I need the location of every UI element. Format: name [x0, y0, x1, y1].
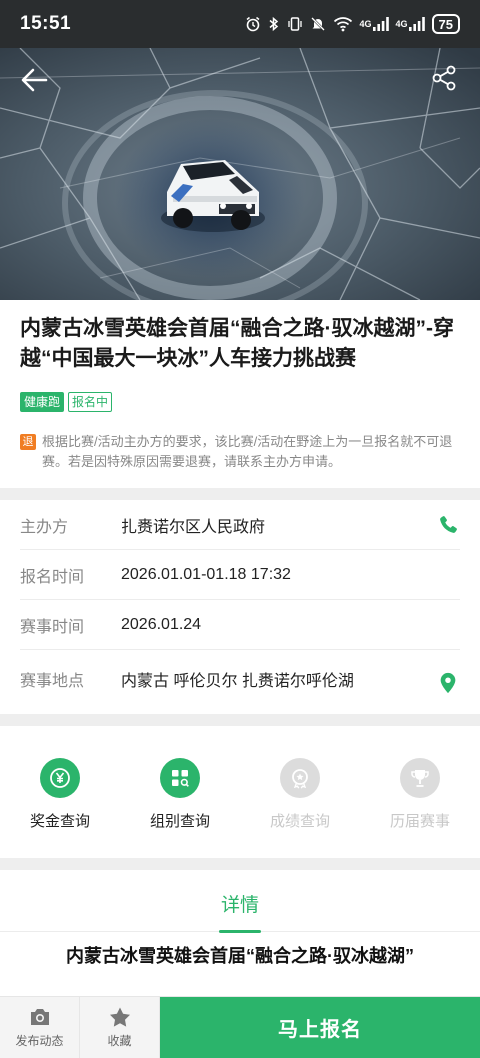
- status-icons: 4G 4G 75: [245, 14, 460, 34]
- trophy-icon: [400, 758, 440, 798]
- battery-level: 75: [438, 16, 453, 32]
- action-label: 成绩查询: [269, 813, 330, 830]
- refund-notice: 退 根据比赛/活动主办方的要求，该比赛/活动在野途上为一旦报名就不可退赛。若是因…: [20, 432, 460, 472]
- info-label: 报名时间: [20, 568, 85, 586]
- post-update-button[interactable]: 发布动态: [0, 997, 80, 1058]
- car-on-ice-photo: [0, 48, 480, 300]
- signal-icon: 4G: [360, 17, 389, 31]
- signal-icon: 4G: [396, 17, 425, 31]
- refund-badge: 退: [20, 434, 36, 450]
- hero-image: [0, 48, 480, 300]
- network-type-label: 4G: [395, 19, 408, 29]
- status-bar: 15:51 4G 4G 75: [0, 0, 480, 48]
- info-label: 赛事时间: [20, 618, 85, 636]
- action-label: 奖金查询: [29, 813, 90, 830]
- yuan-coin-icon: [40, 758, 80, 798]
- action-label: 组别查询: [149, 813, 210, 830]
- alarm-icon: [245, 16, 261, 32]
- quick-actions: 奖金查询 组别查询 成绩查询 历届赛事: [0, 740, 480, 856]
- signup-button[interactable]: 马上报名: [160, 997, 480, 1058]
- favorite-label: 收藏: [107, 1034, 132, 1048]
- info-row-registration-time: 报名时间 2026.01.01-01.18 17:32: [20, 550, 460, 600]
- wifi-icon: [333, 16, 353, 32]
- bluetooth-icon: [268, 16, 280, 32]
- results-query-button[interactable]: 成绩查询: [240, 740, 360, 856]
- tag-status: 报名中: [68, 392, 113, 412]
- back-button[interactable]: [16, 62, 52, 98]
- section-divider: [0, 858, 480, 870]
- info-label: 赛事地点: [20, 673, 85, 690]
- mute-icon: [310, 16, 326, 32]
- post-update-label: 发布动态: [15, 1034, 64, 1048]
- action-label: 历届赛事: [389, 813, 450, 830]
- info-row-event-time: 赛事时间 2026.01.24: [20, 600, 460, 650]
- event-title: 内蒙古冰雪英雄会首届“融合之路·驭冰越湖”-穿越“中国最大一块冰”人车接力挑战赛: [20, 317, 454, 370]
- event-tags: 健康跑 报名中: [20, 392, 460, 412]
- bottom-action-bar: 发布动态 收藏 马上报名: [0, 996, 480, 1058]
- phone-icon[interactable]: [436, 513, 460, 537]
- share-icon: [432, 65, 456, 91]
- section-divider: [0, 488, 480, 500]
- section-divider: [0, 714, 480, 726]
- info-label: 主办方: [20, 518, 69, 536]
- battery-icon: 75: [431, 14, 460, 34]
- vibrate-icon: [287, 16, 303, 32]
- tag-category: 健康跑: [20, 392, 65, 412]
- info-value: 2026.01.24: [121, 615, 202, 633]
- event-summary: 内蒙古冰雪英雄会首届“融合之路·驭冰越湖”-穿越“中国最大一块冰”人车接力挑战赛…: [0, 300, 480, 472]
- group-query-button[interactable]: 组别查询: [120, 740, 240, 856]
- network-type-label: 4G: [359, 19, 372, 29]
- prize-query-button[interactable]: 奖金查询: [0, 740, 120, 856]
- past-events-button[interactable]: 历届赛事: [360, 740, 480, 856]
- group-grid-icon: [160, 758, 200, 798]
- back-arrow-icon: [21, 68, 48, 92]
- status-time: 15:51: [20, 13, 72, 34]
- camera-icon: [30, 1009, 49, 1025]
- event-info-list: 主办方 扎赉诺尔区人民政府 报名时间 2026.01.01-01.18 17:3…: [0, 500, 480, 708]
- tab-details[interactable]: 详情: [218, 876, 262, 933]
- location-pin-icon[interactable]: [436, 671, 460, 695]
- share-button[interactable]: [428, 62, 460, 94]
- refund-text: 根据比赛/活动主办方的要求，该比赛/活动在野途上为一旦报名就不可退赛。若是因特殊…: [42, 434, 453, 469]
- detail-heading: 内蒙古冰雪英雄会首届“融合之路·驭冰越湖”: [66, 946, 414, 966]
- info-value: 内蒙古 呼伦贝尔 扎赉诺尔呼伦湖: [121, 673, 354, 690]
- info-row-organizer: 主办方 扎赉诺尔区人民政府: [20, 500, 460, 550]
- star-icon: [109, 1007, 130, 1027]
- info-value: 2026.01.01-01.18 17:32: [121, 565, 291, 583]
- medal-icon: [280, 758, 320, 798]
- detail-tab-bar: 详情: [0, 876, 480, 933]
- info-value: 扎赉诺尔区人民政府: [121, 518, 266, 536]
- favorite-button[interactable]: 收藏: [80, 997, 160, 1058]
- info-row-location: 赛事地点 内蒙古 呼伦贝尔 扎赉诺尔呼伦湖: [20, 650, 460, 708]
